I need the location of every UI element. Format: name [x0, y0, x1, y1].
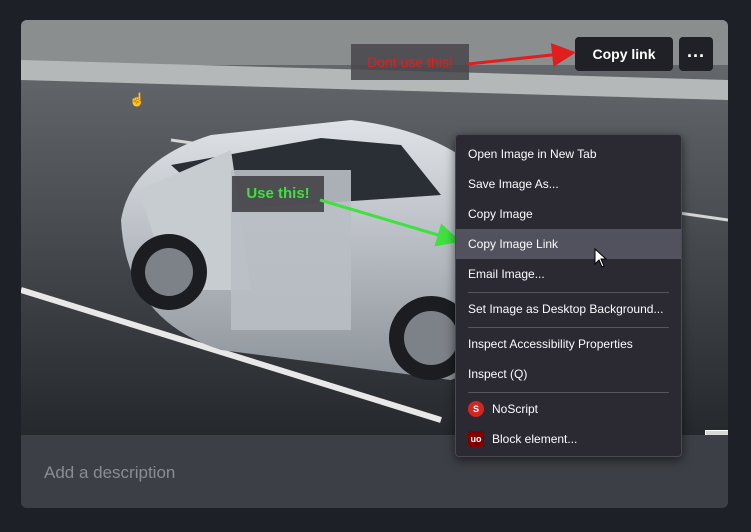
ublock-origin-icon: uo [468, 431, 484, 447]
more-options-button[interactable]: ... [679, 37, 713, 71]
menu-item-save-image-as[interactable]: Save Image As... [456, 169, 681, 199]
menu-item-email-image[interactable]: Email Image... [456, 259, 681, 289]
context-menu: Open Image in New Tab Save Image As... C… [455, 134, 682, 457]
menu-item-open-image-new-tab[interactable]: Open Image in New Tab [456, 139, 681, 169]
menu-item-block-element-label: Block element... [492, 432, 578, 446]
use-this-annotation: Use this! [232, 176, 324, 212]
menu-item-set-desktop-background[interactable]: Set Image as Desktop Background... [456, 294, 681, 324]
menu-item-inspect[interactable]: Inspect (Q) [456, 359, 681, 389]
menu-separator [468, 292, 669, 293]
menu-item-inspect-accessibility[interactable]: Inspect Accessibility Properties [456, 329, 681, 359]
copy-link-button[interactable]: Copy link [575, 37, 673, 71]
menu-item-copy-image-link[interactable]: Copy Image Link [456, 229, 681, 259]
mouse-pointer-icon [594, 248, 608, 268]
menu-separator [468, 392, 669, 393]
menu-item-block-element[interactable]: uo Block element... [456, 424, 681, 454]
hand-cursor-icon: ☝ [129, 92, 146, 107]
dont-use-annotation: Dont use this! [351, 44, 469, 80]
menu-item-noscript[interactable]: S NoScript [456, 394, 681, 424]
menu-separator [468, 327, 669, 328]
menu-item-copy-image[interactable]: Copy Image [456, 199, 681, 229]
noscript-icon: S [468, 401, 484, 417]
menu-item-noscript-label: NoScript [492, 402, 539, 416]
description-placeholder: Add a description [44, 463, 176, 482]
